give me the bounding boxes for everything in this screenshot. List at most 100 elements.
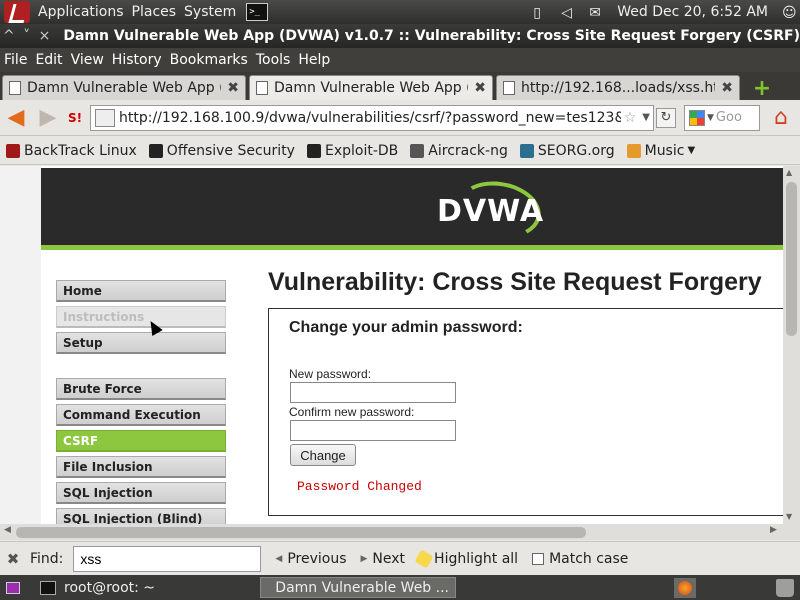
folder-icon [626,143,641,158]
addon-icon[interactable]: S! [64,108,86,128]
page-icon [256,81,268,95]
bookmark-backtrack[interactable]: BackTrack Linux [6,143,137,159]
menu-bookmarks[interactable]: Bookmarks [170,52,248,68]
volume-icon[interactable]: ◁ [561,5,575,21]
find-input[interactable] [73,545,262,572]
site-identity-icon[interactable] [95,108,115,127]
confirm-password-label: Confirm new password: [289,405,415,419]
clock[interactable]: Wed Dec 20, 6:52 AM [617,4,768,20]
tab-xss[interactable]: http://192.168...loads/xss.html ✖ [496,75,740,100]
tab-dvwa-2[interactable]: Damn Vulnerable Web App (... ✖ [249,75,493,100]
checkbox-icon[interactable] [532,552,545,565]
scroll-right-icon[interactable]: ▶ [770,525,777,535]
url-dropdown-icon[interactable]: ▼ [639,112,653,123]
menu-help[interactable]: Help [298,52,330,68]
forward-arrow-icon[interactable]: ▶ [32,103,64,133]
new-password-input[interactable] [290,382,456,403]
sidebar-item-instructions[interactable]: Instructions [56,306,226,328]
taskbar-browser[interactable]: Damn Vulnerable Web ... [260,577,456,598]
hscroll-thumb[interactable] [16,527,586,538]
bookmarks-toolbar: BackTrack Linux Offensive Security Explo… [0,137,800,165]
scroll-up-icon[interactable]: ▲ [786,168,792,177]
logo-text: DVWA [437,194,545,229]
form-heading: Change your admin password: [289,319,523,336]
user-icon[interactable]: ☺ [782,5,797,21]
backtrack-logo-icon[interactable] [4,1,30,23]
close-window-icon[interactable]: × [36,28,54,44]
tab-label: http://192.168...loads/xss.html [521,80,716,96]
window-titlebar: ^ ˅ × Damn Vulnerable Web App (DVWA) v1.… [0,24,800,48]
close-tab-icon[interactable]: ✖ [227,80,239,96]
sidebar-item-file-inclusion[interactable]: File Inclusion [56,456,226,478]
minimize-icon[interactable]: ˅ [18,28,36,44]
terminal-launcher-icon[interactable]: >_ [246,3,269,21]
find-next-button[interactable]: ▶ Next [361,551,406,567]
taskbar-terminal[interactable]: root@root: ~ [34,577,224,598]
sidebar-item-brute-force[interactable]: Brute Force [56,378,226,400]
show-desktop-icon[interactable] [6,581,20,594]
menu-edit[interactable]: Edit [35,52,62,68]
url-bar[interactable]: http://192.168.100.9/dvwa/vulnerabilitie… [90,104,654,131]
menu-file[interactable]: File [4,52,27,68]
trash-icon[interactable] [776,578,794,597]
sidebar-menu: Home Instructions Setup Brute Force Comm… [56,280,226,524]
sidebar-item-sql-injection-blind[interactable]: SQL Injection (Blind) [56,508,226,524]
new-tab-icon[interactable]: + [749,76,775,101]
vulnerable-code-area: Change your admin password: New password… [268,308,784,516]
search-engine-dropdown-icon[interactable]: ▼ [707,113,716,123]
google-icon[interactable] [689,109,705,126]
reload-icon[interactable]: ↻ [656,107,676,128]
aircrack-icon [410,143,425,158]
menu-view[interactable]: View [71,52,104,68]
places-menu[interactable]: Places [132,4,177,20]
search-placeholder[interactable]: Goo [716,110,742,125]
window-title: Damn Vulnerable Web App (DVWA) v1.0.7 ::… [63,28,800,44]
vertical-scrollbar[interactable]: ▲ ▼ [783,166,800,524]
menu-history[interactable]: History [112,52,162,68]
url-text[interactable]: http://192.168.100.9/dvwa/vulnerabilitie… [119,110,621,126]
highlight-all-button[interactable]: Highlight all [414,548,518,569]
battery-icon[interactable]: ▯ [533,5,547,21]
close-tab-icon[interactable]: ✖ [721,80,733,96]
sidebar-item-csrf[interactable]: CSRF [56,430,226,452]
page-icon [9,81,21,95]
find-previous-button[interactable]: ◀ Previous [275,551,346,567]
firefox-launcher[interactable] [674,577,696,598]
search-box[interactable]: ▼ Goo [684,104,760,131]
close-tab-icon[interactable]: ✖ [474,80,486,96]
change-button[interactable]: Change [290,444,356,466]
bookmark-seorg[interactable]: SEORG.org [519,143,615,159]
bottom-panel: root@root: ~ Damn Vulnerable Web ... [0,575,800,600]
tab-bar: Damn Vulnerable Web App (... ✖ Damn Vuln… [0,72,800,101]
bookmark-aircrack[interactable]: Aircrack-ng [410,143,508,159]
scroll-thumb[interactable] [786,182,797,336]
scroll-left-icon[interactable]: ◀ [4,525,11,535]
highlighter-icon [414,548,434,569]
bookmark-folder-music[interactable]: Music ▼ [626,143,695,159]
system-menu[interactable]: System [184,4,236,20]
offsec-icon [148,143,163,158]
confirm-password-input[interactable] [290,420,456,441]
home-icon[interactable]: ⌂ [768,105,794,131]
back-arrow-icon[interactable]: ◀ [0,103,32,133]
status-message: Password Changed [297,479,422,494]
scroll-down-icon[interactable]: ▼ [786,512,792,521]
seorg-icon [519,143,534,158]
mail-icon[interactable]: ✉ [589,5,603,21]
sidebar-item-setup[interactable]: Setup [56,332,226,354]
sidebar-item-home[interactable]: Home [56,280,226,302]
applications-menu[interactable]: Applications [38,4,124,20]
bookmark-star-icon[interactable]: ☆ [621,110,640,126]
match-case-checkbox[interactable]: Match case [532,551,628,567]
bookmark-exploit-db[interactable]: Exploit-DB [306,143,398,159]
bookmark-offensive-security[interactable]: Offensive Security [148,143,295,159]
tab-dvwa-1[interactable]: Damn Vulnerable Web App (... ✖ [2,75,246,100]
sidebar-item-command-execution[interactable]: Command Execution [56,404,226,426]
close-find-icon[interactable]: ✖ [0,550,26,568]
horizontal-scrollbar[interactable]: ◀ ▶ [0,524,800,540]
maximize-icon[interactable]: ^ [0,28,18,44]
triangle-left-icon: ◀ [275,553,283,564]
sidebar-item-sql-injection[interactable]: SQL Injection [56,482,226,504]
menu-tools[interactable]: Tools [256,52,291,68]
new-password-label: New password: [289,367,372,381]
